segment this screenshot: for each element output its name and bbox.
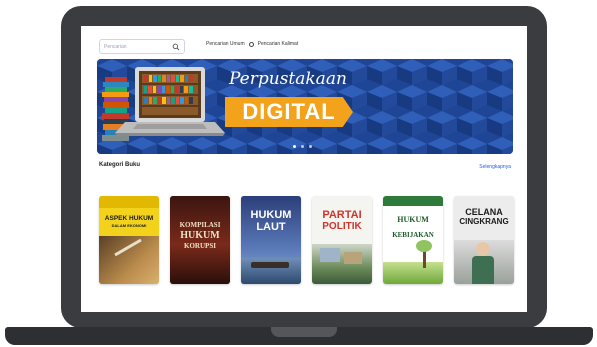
hero-banner[interactable]: Perpustakaan DIGITAL [97, 59, 513, 154]
search-mode-sentence-label[interactable]: Pencarian Kalimat [258, 41, 299, 47]
book-title-line2: KEBIJAKAN [392, 231, 434, 239]
book-title: ASPEK HUKUM [104, 215, 154, 222]
search-mode-sentence-radio[interactable] [248, 41, 254, 47]
book-card[interactable]: PARTAI POLITIK [312, 196, 372, 284]
section-title: Kategori Buku [99, 162, 141, 168]
banner-script-title: Perpustakaan [229, 69, 347, 89]
carousel-dot-1[interactable] [293, 145, 296, 148]
book-title: KOMPILASI [179, 221, 221, 229]
search-mode-general-label[interactable]: Pencarian Umum [206, 41, 245, 47]
search-mode-group: Pencarian Umum Pencarian Kalimat [206, 41, 298, 47]
book-subtitle: DALAM EKONOMI [111, 223, 147, 228]
search-icon[interactable] [172, 43, 180, 51]
carousel-dot-2[interactable] [301, 145, 304, 148]
search-input[interactable] [104, 40, 170, 53]
book-card[interactable]: HUKUM LAUT [241, 196, 301, 284]
laptop-base [5, 327, 593, 345]
carousel-indicators [293, 145, 312, 148]
book-list: ASPEK HUKUM DALAM EKONOMI KOMPILASI HUKU… [99, 196, 519, 286]
book-title: HUKUM [397, 215, 429, 224]
book-card[interactable]: KOMPILASI HUKUM KORUPSI [170, 196, 230, 284]
see-all-link[interactable]: Selengkapnya [479, 164, 511, 170]
book-title-line2: POLITIK [322, 221, 362, 232]
book-title-line2: CINGKRANG [459, 217, 509, 226]
book-title-line2: HUKUM [180, 230, 220, 241]
book-card[interactable]: ASPEK HUKUM DALAM EKONOMI [99, 196, 159, 284]
search-box[interactable] [99, 39, 185, 54]
book-title: PARTAI [322, 209, 362, 221]
book-card[interactable]: CELANA CINGKRANG [454, 196, 514, 284]
book-card[interactable]: HUKUM KEBIJAKAN [383, 196, 443, 284]
screen: Pencarian Umum Pencarian Kalimat [81, 26, 527, 312]
banner-main-title: DIGITAL [225, 97, 353, 127]
book-title-line2: LAUT [256, 221, 286, 233]
laptop-notch [271, 327, 337, 337]
book-title: HUKUM [250, 209, 292, 221]
carousel-dot-3[interactable] [309, 145, 312, 148]
book-title-line3: KORUPSI [184, 242, 216, 250]
